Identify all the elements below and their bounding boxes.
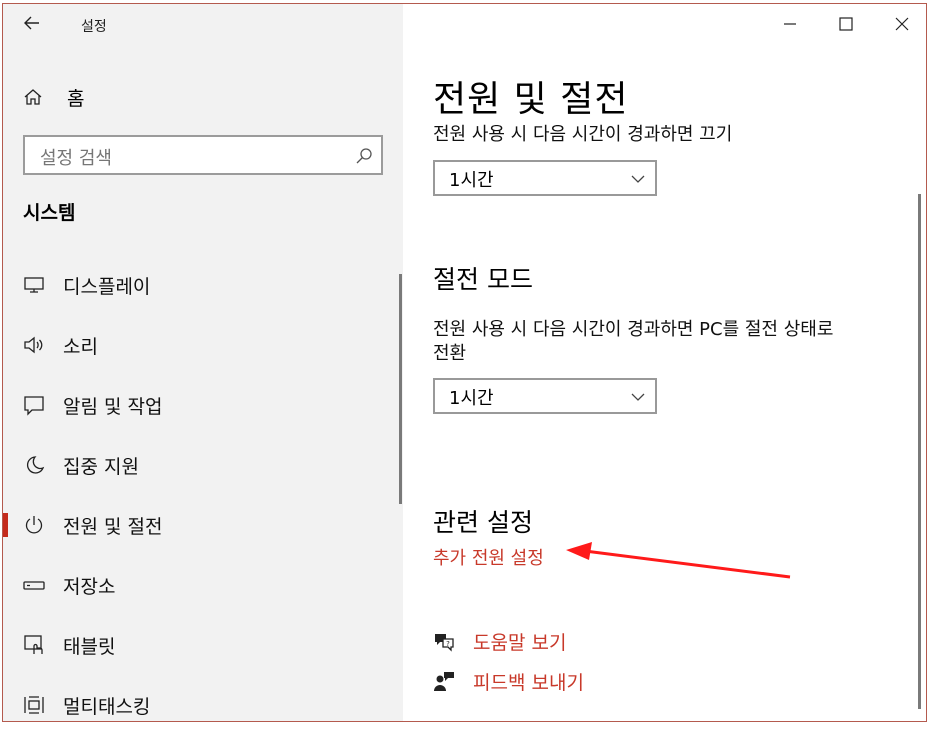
page-title: 전원 및 절전: [433, 79, 629, 120]
chevron-down-icon: [631, 393, 645, 401]
chevron-down-icon: [631, 175, 645, 183]
multitasking-icon: [23, 694, 45, 716]
moon-icon: [23, 454, 45, 476]
sidebar-item-label: 멀티태스킹: [63, 695, 151, 718]
title-bar: 설정: [3, 4, 403, 46]
search-input[interactable]: 설정 검색: [23, 135, 383, 175]
sidebar-item-display[interactable]: 디스플레이: [3, 265, 403, 305]
sidebar-item-label: 전원 및 절전: [63, 515, 163, 538]
svg-text:?: ?: [446, 640, 450, 648]
sleep-section-title: 절전 모드: [433, 265, 533, 294]
sidebar-scrollbar[interactable]: [399, 274, 402, 504]
sidebar-item-notifications[interactable]: 알림 및 작업: [3, 385, 403, 425]
section-title: 시스템: [23, 202, 76, 224]
send-feedback-link[interactable]: 피드백 보내기: [433, 668, 584, 694]
display-icon: [23, 274, 45, 296]
search-icon: [356, 148, 372, 164]
home-link[interactable]: 홈: [23, 84, 84, 110]
additional-power-settings-link[interactable]: 추가 전원 설정: [433, 544, 544, 570]
sidebar-item-sound[interactable]: 소리: [3, 325, 403, 365]
sidebar-item-power-sleep[interactable]: 전원 및 절전: [3, 505, 403, 545]
back-arrow-icon[interactable]: [23, 14, 41, 37]
sleep-timeout-dropdown[interactable]: 1시간: [433, 378, 657, 414]
sleep-timeout-value: 1시간: [449, 388, 494, 409]
speaker-icon: [23, 334, 45, 356]
notification-icon: [23, 394, 45, 416]
sidebar-item-storage[interactable]: 저장소: [3, 565, 403, 605]
main-content: 전원 및 절전 전원 사용 시 다음 시간이 경과하면 끄기 1시간 절전 모드…: [403, 4, 926, 721]
home-icon: [24, 89, 42, 105]
sidebar: 설정 홈 설정 검색 시스템 디스플레이 소리 알림 및 작업 집중 지원 전원…: [3, 4, 403, 721]
help-chat-icon: ?: [435, 634, 454, 652]
sidebar-item-tablet[interactable]: 태블릿: [3, 625, 403, 665]
send-feedback-label: 피드백 보내기: [473, 671, 584, 694]
screen-timeout-value: 1시간: [449, 170, 494, 191]
sidebar-item-focus-assist[interactable]: 집중 지원: [3, 445, 403, 485]
tablet-icon: [23, 634, 45, 656]
related-settings-title: 관련 설정: [433, 508, 533, 537]
sidebar-item-label: 디스플레이: [63, 275, 151, 298]
screen-timeout-dropdown[interactable]: 1시간: [433, 160, 657, 196]
storage-icon: [23, 574, 45, 596]
settings-window: 설정 홈 설정 검색 시스템 디스플레이 소리 알림 및 작업 집중 지원 전원…: [2, 3, 927, 722]
minimize-icon[interactable]: [780, 14, 800, 34]
sidebar-item-label: 알림 및 작업: [63, 395, 163, 418]
feedback-person-icon: [434, 672, 454, 691]
get-help-link[interactable]: ? 도움말 보기: [433, 628, 566, 654]
search-placeholder: 설정 검색: [40, 148, 112, 169]
content-scrollbar[interactable]: [918, 194, 921, 709]
sidebar-item-label: 저장소: [63, 575, 116, 598]
close-icon[interactable]: [892, 14, 912, 34]
power-icon: [23, 514, 45, 536]
sidebar-item-label: 태블릿: [63, 635, 116, 658]
sidebar-item-label: 소리: [63, 335, 98, 358]
sidebar-item-label: 집중 지원: [63, 455, 139, 478]
sleep-timeout-label-line1: 전원 사용 시 다음 시간이 경과하면 PC를 절전 상태로: [433, 319, 834, 340]
sidebar-item-multitasking[interactable]: 멀티태스킹: [3, 685, 403, 721]
screen-timeout-label: 전원 사용 시 다음 시간이 경과하면 끄기: [433, 124, 733, 145]
maximize-icon[interactable]: [836, 14, 856, 34]
get-help-label: 도움말 보기: [473, 631, 567, 654]
app-title: 설정: [81, 19, 107, 35]
sleep-timeout-label-line2: 전환: [433, 343, 467, 364]
home-label: 홈: [67, 87, 85, 110]
